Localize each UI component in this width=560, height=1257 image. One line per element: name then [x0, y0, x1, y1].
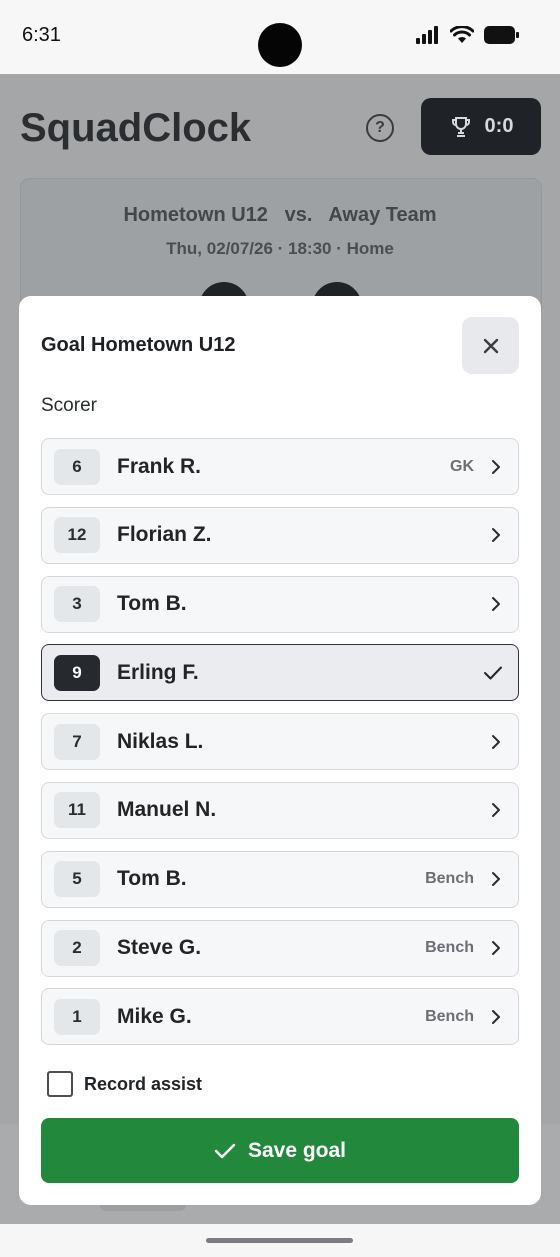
assist-checkbox[interactable] — [47, 1071, 73, 1097]
position-tag: GK — [450, 457, 474, 475]
bench-tag: Bench — [425, 939, 474, 957]
help-icon[interactable]: ? — [366, 114, 394, 142]
scorer-label: Scorer — [41, 395, 97, 416]
player-name: Erling F. — [117, 660, 199, 684]
camera-cutout — [258, 23, 302, 67]
player-number: 6 — [54, 448, 100, 485]
player-number: 5 — [54, 861, 100, 898]
player-number: 9 — [54, 654, 100, 691]
bench-tag: Bench — [425, 870, 474, 888]
save-goal-button[interactable]: Save goal — [41, 1118, 519, 1183]
player-number: 1 — [54, 998, 100, 1035]
player-row[interactable]: 12 Florian Z. — [41, 506, 519, 564]
close-button[interactable] — [462, 317, 519, 374]
player-list: 6 Frank R. GK 12 Florian Z. 3 Tom B. 9 E… — [41, 438, 519, 1046]
status-icons — [416, 26, 520, 44]
player-name: Tom B. — [117, 867, 187, 891]
match-teams: Hometown U12 vs. Away Team — [123, 204, 437, 226]
player-row[interactable]: 1 Mike G. Bench — [41, 988, 519, 1046]
player-row[interactable]: 3 Tom B. — [41, 575, 519, 633]
player-name: Mike G. — [117, 1004, 192, 1028]
player-number: 2 — [54, 930, 100, 967]
player-row[interactable]: 7 Niklas L. — [41, 713, 519, 771]
player-name: Manuel N. — [117, 798, 217, 822]
player-name: Tom B. — [117, 592, 187, 616]
chevron-right-icon — [488, 1009, 504, 1025]
save-goal-label: Save goal — [247, 1138, 347, 1162]
chevron-right-icon — [488, 940, 504, 956]
score-button[interactable]: 0:0 — [421, 98, 541, 155]
player-name: Frank R. — [117, 454, 202, 478]
record-assist-toggle[interactable]: Record assist — [47, 1071, 202, 1097]
player-name: Steve G. — [117, 936, 202, 960]
player-row[interactable]: 6 Frank R. GK — [41, 438, 519, 495]
checkmark-icon — [214, 1143, 236, 1158]
battery-icon — [484, 26, 519, 44]
player-row-selected[interactable]: 9 Erling F. — [41, 644, 519, 702]
player-row[interactable]: 2 Steve G. Bench — [41, 919, 519, 977]
player-name: Niklas L. — [117, 729, 204, 753]
home-indicator[interactable] — [206, 1238, 353, 1243]
player-number: 11 — [54, 792, 100, 829]
modal-title: Goal Hometown U12 — [41, 334, 236, 356]
player-number: 12 — [54, 517, 100, 554]
trophy-icon — [451, 116, 470, 137]
chevron-right-icon — [488, 596, 504, 612]
score-label: 0:0 — [484, 115, 514, 137]
chevron-right-icon — [488, 802, 504, 818]
status-bar: 6:31 — [0, 0, 560, 74]
checkmark-icon — [482, 665, 504, 681]
player-number: 3 — [54, 586, 100, 623]
chevron-right-icon — [488, 734, 504, 750]
chevron-right-icon — [488, 527, 504, 543]
bench-tag: Bench — [425, 1007, 474, 1025]
player-name: Florian Z. — [117, 523, 212, 547]
app-title: SquadClock — [20, 106, 252, 150]
wifi-icon — [450, 26, 474, 43]
player-row[interactable]: 11 Manuel N. — [41, 781, 519, 839]
match-meta: Thu, 02/07/26 · 18:30 · Home — [166, 239, 394, 258]
signal-icon — [416, 26, 438, 44]
assist-label: Record assist — [84, 1073, 203, 1094]
player-row[interactable]: 5 Tom B. Bench — [41, 850, 519, 908]
player-number: 7 — [54, 723, 100, 760]
chevron-right-icon — [488, 459, 504, 475]
close-icon — [483, 338, 498, 353]
goal-modal: Goal Hometown U12 Scorer 6 Frank R. GK 1… — [19, 296, 541, 1205]
status-time: 6:31 — [22, 24, 61, 46]
chevron-right-icon — [488, 871, 504, 887]
